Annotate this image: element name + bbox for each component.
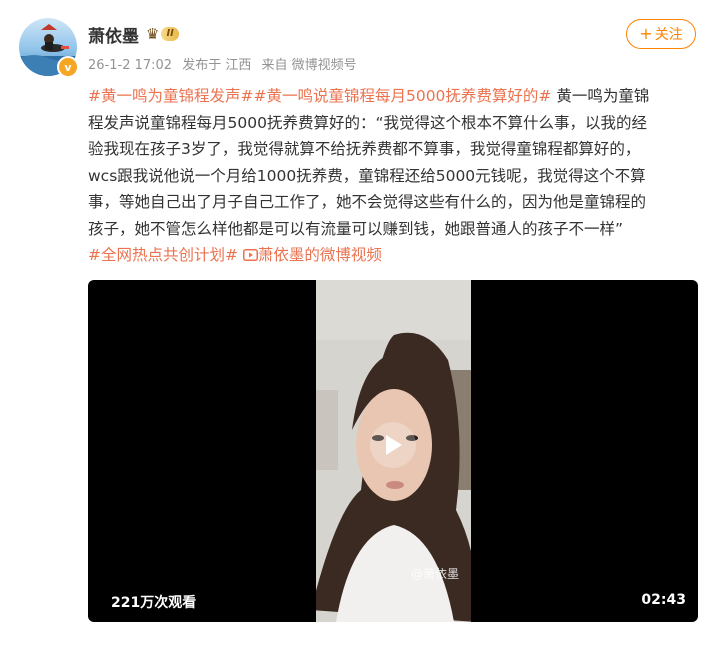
avatar[interactable]: v xyxy=(19,18,79,78)
video-player[interactable]: @萧依墨 221万次观看 02:43 xyxy=(88,280,698,622)
follow-button[interactable]: + 关注 xyxy=(626,19,696,49)
content-line: 事，等她自己出了月子自己工作了，她不会觉得这些有什么的，因为他是童锦程的 xyxy=(88,193,647,211)
content-line: 程发声说童锦程每月5000抚养费算好的：“我觉得这个根本不算什么事，以我的经 xyxy=(88,113,647,132)
vip-level: II xyxy=(161,27,179,41)
content-line: 验我现在孩子3岁了，我觉得就算不给抚养费都不算事，我觉得童锦程都算好的， xyxy=(88,140,641,158)
content-line: #黄一鸣为童锦程发声##黄一鸣说童锦程每月5000抚养费算好的# 黄一鸣为童锦 xyxy=(88,83,700,110)
crown-icon: ♛ xyxy=(146,25,160,43)
video-watermark: @萧依墨 xyxy=(411,567,460,581)
hashtag-link[interactable]: #黄一鸣说童锦程每月5000抚养费算好的# xyxy=(253,87,551,105)
content-text: 黄一鸣为童锦 xyxy=(551,87,650,105)
plus-icon: + xyxy=(639,24,653,43)
source[interactable]: 来自 微博视频号 xyxy=(261,58,356,73)
video-duration: 02:43 xyxy=(641,592,686,608)
verified-icon: v xyxy=(57,56,79,78)
post-meta: 26-1-2 17:02 发布于 江西 来自 微博视频号 xyxy=(88,54,363,73)
location: 发布于 江西 xyxy=(182,58,252,73)
hashtag-link[interactable]: #黄一鸣为童锦程发声# xyxy=(88,87,253,105)
content-line: 孩子，她不管怎么样他都是可以有流量可以赚到钱，她跟普通人的孩子不一样” xyxy=(88,219,624,238)
follow-label: 关注 xyxy=(654,27,683,43)
content-line: wcs跟我说他说一个月给1000抚养费，童锦程还给5000元钱呢，我觉得这个不算 xyxy=(88,166,646,185)
video-link[interactable]: 萧依墨的微博视频 xyxy=(242,246,382,264)
hashtag-link[interactable]: #全网热点共创计划# xyxy=(88,246,238,264)
video-icon xyxy=(242,249,258,261)
content-line: #全网热点共创计划# 萧依墨的微博视频 xyxy=(88,242,700,269)
post-content: #黄一鸣为童锦程发声##黄一鸣说童锦程每月5000抚养费算好的# 黄一鸣为童锦 … xyxy=(88,83,700,269)
play-button[interactable] xyxy=(370,422,416,468)
vip-badge[interactable]: ♛ II xyxy=(146,25,179,43)
play-icon xyxy=(386,435,402,455)
timestamp[interactable]: 26-1-2 17:02 xyxy=(88,58,172,73)
video-link-label: 萧依墨的微博视频 xyxy=(257,246,382,264)
weibo-post: v 萧依墨 ♛ II 26-1-2 17:02 发布于 江西 来自 微博视频号 … xyxy=(0,0,717,645)
view-count: 221万次观看 xyxy=(111,595,197,611)
username[interactable]: 萧依墨 xyxy=(88,22,139,47)
